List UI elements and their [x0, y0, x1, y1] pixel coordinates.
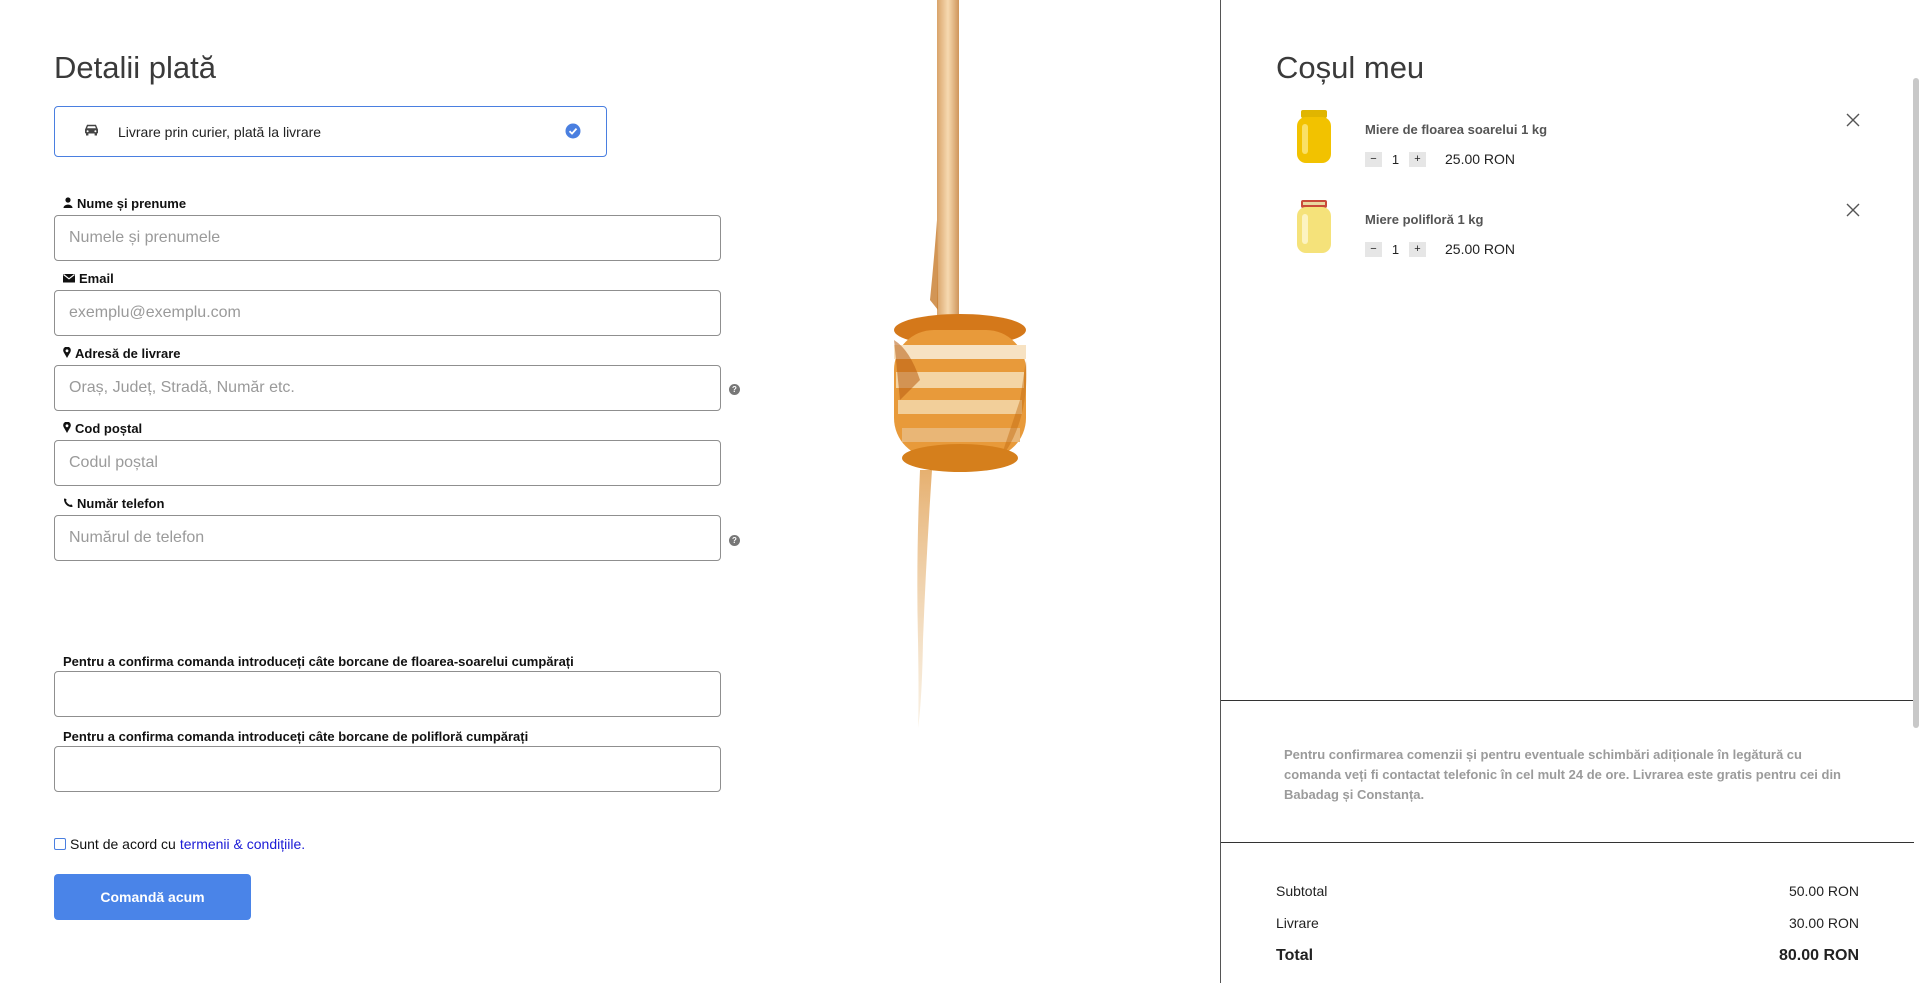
remove-item-button[interactable]: [1842, 200, 1864, 222]
terms-link[interactable]: termenii & condițiile.: [180, 836, 305, 852]
terms-checkbox[interactable]: [54, 838, 66, 850]
map-marker-icon: [63, 346, 71, 361]
cart-item: Miere de floarea soarelui 1 kg − 1 + 25.…: [1295, 110, 1895, 180]
decrease-quantity-button[interactable]: −: [1365, 241, 1382, 257]
phone-input[interactable]: [54, 515, 721, 561]
honey-dipper-image: [880, 0, 1040, 735]
cart-note: Pentru confirmarea comenzii și pentru ev…: [1284, 747, 1842, 802]
subtotal-value: 50.00 RON: [1788, 883, 1859, 899]
address-label-text: Adresă de livrare: [75, 346, 181, 361]
delivery-option-label: Livrare prin curier, plată la livrare: [118, 124, 322, 140]
decrease-quantity-button[interactable]: −: [1365, 151, 1382, 167]
delivery-option-courier[interactable]: Livrare prin curier, plată la livrare: [54, 106, 607, 157]
name-label: Nume și prenume: [63, 196, 186, 211]
polyflora-confirm-label: Pentru a confirma comanda introduceți câ…: [63, 729, 529, 744]
shipping-value: 30.00 RON: [1788, 915, 1859, 931]
sunflower-jars-input[interactable]: [54, 671, 721, 717]
increase-quantity-button[interactable]: +: [1409, 241, 1426, 257]
email-label: Email: [63, 271, 114, 286]
envelope-icon: [63, 271, 75, 286]
address-input[interactable]: [54, 365, 721, 411]
cart-panel: Coșul meu Miere de floarea soarelui 1 kg…: [1220, 0, 1920, 983]
remove-item-button[interactable]: [1842, 110, 1864, 132]
terms-text: Sunt de acord cu: [70, 836, 176, 852]
cart-item-name: Miere de floarea soarelui 1 kg: [1365, 122, 1548, 137]
car-icon: [84, 123, 99, 141]
user-icon: [63, 196, 73, 211]
honey-jar-image: [1295, 110, 1333, 169]
subtotal-row: Subtotal 50.00 RON: [1276, 883, 1859, 899]
honey-jar-image: [1295, 200, 1333, 259]
cart-divider: [1221, 700, 1914, 701]
postal-code-label: Cod poștal: [63, 421, 142, 436]
cart-title: Coșul meu: [1276, 50, 1425, 85]
shipping-row: Livrare 30.00 RON: [1276, 915, 1859, 931]
cart-item-name: Miere polifloră 1 kg: [1365, 212, 1484, 227]
check-circle-icon: [565, 123, 581, 144]
total-value: 80.00 RON: [1778, 947, 1859, 964]
cart-divider: [1221, 842, 1914, 843]
polyflora-jars-input[interactable]: [54, 746, 721, 792]
phone-label-text: Număr telefon: [77, 496, 165, 511]
address-label: Adresă de livrare: [63, 346, 181, 361]
cart-item-price: 25.00 RON: [1445, 241, 1516, 257]
question-circle-icon[interactable]: ?: [729, 384, 740, 395]
page-title: Detalii plată: [54, 50, 216, 85]
terms-row: Sunt de acord cu termenii & condițiile.: [54, 836, 305, 852]
close-icon: [1846, 113, 1860, 130]
total-label: Total: [1276, 947, 1314, 964]
name-label-text: Nume și prenume: [77, 196, 187, 211]
postal-code-input[interactable]: [54, 440, 721, 486]
email-input[interactable]: [54, 290, 721, 336]
shipping-label: Livrare: [1276, 915, 1319, 931]
quantity-value: 1: [1391, 151, 1400, 167]
order-now-button[interactable]: Comandă acum: [54, 874, 251, 920]
increase-quantity-button[interactable]: +: [1409, 151, 1426, 167]
cart-scrollbar[interactable]: [1913, 78, 1919, 728]
cart-item-price: 25.00 RON: [1445, 151, 1516, 167]
close-icon: [1846, 203, 1860, 220]
postal-code-label-text: Cod poștal: [75, 421, 143, 436]
map-marker-icon: [63, 421, 71, 436]
email-label-text: Email: [79, 271, 114, 286]
name-input[interactable]: [54, 215, 721, 261]
quantity-value: 1: [1391, 241, 1400, 257]
total-row: Total 80.00 RON: [1276, 947, 1859, 965]
subtotal-label: Subtotal: [1276, 883, 1328, 899]
phone-label: Număr telefon: [63, 496, 164, 511]
quantity-stepper: − 1 + 25.00 RON: [1365, 151, 1515, 167]
quantity-stepper: − 1 + 25.00 RON: [1365, 241, 1515, 257]
question-circle-icon[interactable]: ?: [729, 535, 740, 546]
phone-icon: [63, 496, 73, 511]
cart-item: Miere polifloră 1 kg − 1 + 25.00 RON: [1295, 200, 1895, 270]
sunflower-confirm-label: Pentru a confirma comanda introduceți câ…: [63, 654, 574, 669]
